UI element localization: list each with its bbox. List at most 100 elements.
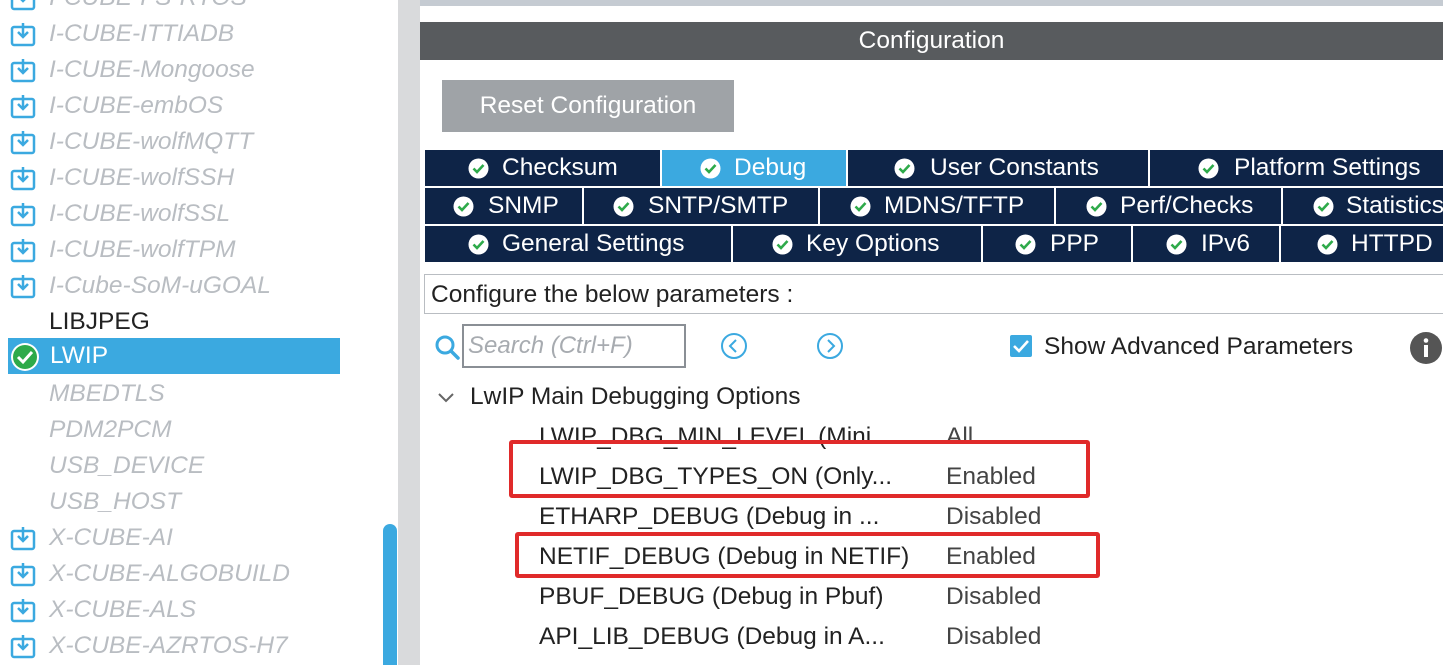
parameter-name: API_LIB_DEBUG (Debug in A... — [539, 623, 885, 650]
check-circle-icon — [468, 158, 489, 179]
tab-label: SNTP/SMTP — [648, 192, 789, 219]
next-result-icon[interactable] — [816, 332, 844, 360]
tab-label: SNMP — [488, 192, 559, 219]
check-circle-icon — [11, 343, 39, 371]
tree-item[interactable]: I-CUBE-embOS — [0, 88, 382, 124]
tab-ppp[interactable]: PPP — [983, 226, 1133, 262]
download-pack-icon — [10, 239, 36, 263]
tab-mdns-tftp[interactable]: MDNS/TFTP — [820, 188, 1056, 224]
download-pack-icon — [10, 599, 36, 623]
check-circle-icon — [1313, 196, 1334, 217]
tab-statistics[interactable]: Statistics — [1283, 188, 1443, 224]
tab-key-options[interactable]: Key Options — [733, 226, 983, 262]
tree-item-label: LWIP — [50, 342, 109, 369]
check-circle-icon — [468, 234, 489, 255]
highlight-box — [515, 532, 1100, 578]
tab-platform-settings[interactable]: Platform Settings — [1150, 150, 1443, 186]
configuration-header: Configuration — [420, 22, 1443, 60]
download-pack-icon — [10, 527, 36, 551]
check-circle-icon — [613, 196, 634, 217]
tab-checksum[interactable]: Checksum — [425, 150, 662, 186]
tab-label: Perf/Checks — [1120, 192, 1254, 219]
parameter-row[interactable]: PBUF_DEBUG (Debug in Pbuf) Disabled — [420, 577, 1443, 617]
tree-item[interactable]: USB_DEVICE — [0, 448, 382, 484]
tab-snmp[interactable]: SNMP — [425, 188, 584, 224]
check-circle-icon — [1166, 234, 1187, 255]
parameter-value: Disabled — [946, 583, 1042, 610]
tab-label: Key Options — [806, 230, 940, 257]
previous-result-icon[interactable] — [720, 332, 748, 360]
download-pack-icon — [10, 59, 36, 83]
top-strip — [420, 0, 1443, 6]
check-circle-icon — [1198, 158, 1219, 179]
tab-label: Platform Settings — [1234, 154, 1421, 181]
tree-item-label: MBEDTLS — [49, 380, 165, 407]
tree-item[interactable]: I-CUBE-wolfMQTT — [0, 124, 382, 160]
tree-item[interactable]: I-Cube-SoM-uGOAL — [0, 268, 382, 304]
info-icon[interactable] — [1410, 332, 1442, 364]
tab-label: MDNS/TFTP — [884, 192, 1025, 219]
tree-item-label: I-CUBE-embOS — [49, 92, 224, 119]
chevron-down-icon[interactable] — [436, 388, 456, 408]
tree-item[interactable]: I-CUBE-wolfSSH — [0, 160, 382, 196]
check-circle-icon — [1317, 234, 1338, 255]
check-circle-icon — [772, 234, 793, 255]
tree-item-label: I-CUBE-wolfSSL — [49, 200, 231, 227]
tree-item[interactable]: MBEDTLS — [0, 376, 382, 412]
tree-item-label: X-CUBE-ALS — [49, 596, 197, 623]
tree-item-label: I-CUBE-ITTIADB — [49, 20, 235, 47]
tab-sntp-smtp[interactable]: SNTP/SMTP — [584, 188, 820, 224]
tree-item[interactable]: USB_HOST — [0, 484, 382, 520]
tree-item-label: LIBJPEG — [49, 308, 150, 335]
tree-scrollbar-thumb[interactable] — [383, 524, 397, 665]
parameter-row[interactable]: ETHARP_DEBUG (Debug in ... Disabled — [420, 497, 1443, 537]
search-input[interactable] — [462, 324, 686, 368]
show-advanced-label[interactable]: Show Advanced Parameters — [1044, 333, 1353, 361]
tree-item-selected[interactable]: LWIP — [0, 338, 382, 374]
download-pack-icon — [10, 167, 36, 191]
download-pack-icon — [10, 635, 36, 659]
tab-perf-checks[interactable]: Perf/Checks — [1056, 188, 1283, 224]
tree-item[interactable]: I-CUBE-ITTIADB — [0, 16, 382, 52]
configuration-panel: Configuration Reset Configuration Checks… — [420, 0, 1443, 665]
tree-item-label: X-CUBE-AZRTOS-H7 — [49, 632, 288, 659]
tab-label: User Constants — [930, 154, 1099, 181]
show-advanced-checkbox[interactable] — [1010, 335, 1032, 357]
tree-item-label: I-Cube-SoM-uGOAL — [49, 272, 271, 299]
panel-splitter[interactable] — [398, 0, 420, 665]
check-circle-icon — [1086, 196, 1107, 217]
tree-item-label: I-CUBE-wolfTPM — [49, 236, 236, 263]
parameter-value: Disabled — [946, 623, 1042, 650]
download-pack-icon — [10, 23, 36, 47]
tab-httpd[interactable]: HTTPD — [1281, 226, 1443, 262]
group-title[interactable]: LwIP Main Debugging Options — [470, 383, 801, 411]
download-pack-icon — [10, 95, 36, 119]
tree-item[interactable]: X-CUBE-ALS — [0, 592, 382, 628]
tree-item[interactable]: I-CUBE-wolfSSL — [0, 196, 382, 232]
tree-item[interactable]: X-CUBE-ALGOBUILD — [0, 556, 382, 592]
parameter-row[interactable]: API_LIB_DEBUG (Debug in A... Disabled — [420, 617, 1443, 657]
tree-item[interactable]: PDM2PCM — [0, 412, 382, 448]
tab-general-settings[interactable]: General Settings — [425, 226, 733, 262]
check-circle-icon — [453, 196, 474, 217]
tree-item[interactable]: X-CUBE-AI — [0, 520, 382, 556]
package-tree: I-CUBE-FS-RTOS I-CUBE-ITTIADB I-CUBE-Mon… — [0, 0, 382, 665]
tree-item-label: I-CUBE-wolfMQTT — [49, 128, 254, 155]
tree-item-label: USB_HOST — [49, 488, 182, 515]
download-pack-icon — [10, 275, 36, 299]
reset-configuration-button[interactable]: Reset Configuration — [442, 80, 734, 132]
tree-item[interactable]: LIBJPEG — [0, 304, 382, 340]
tree-item[interactable]: I-CUBE-Mongoose — [0, 52, 382, 88]
tab-ipv6[interactable]: IPv6 — [1133, 226, 1281, 262]
parameter-name: PBUF_DEBUG (Debug in Pbuf) — [539, 583, 884, 610]
tree-item-label: PDM2PCM — [49, 416, 172, 443]
check-circle-icon — [894, 158, 915, 179]
parameter-value: Disabled — [946, 503, 1042, 530]
tab-user-constants[interactable]: User Constants — [848, 150, 1150, 186]
tree-item[interactable]: I-CUBE-FS-RTOS — [0, 0, 382, 16]
search-icon[interactable] — [434, 334, 460, 360]
tree-item[interactable]: X-CUBE-AZRTOS-H7 — [0, 628, 382, 664]
tab-debug[interactable]: Debug — [662, 150, 848, 186]
tree-item[interactable]: I-CUBE-wolfTPM — [0, 232, 382, 268]
tree-item-label: I-CUBE-Mongoose — [49, 56, 255, 83]
